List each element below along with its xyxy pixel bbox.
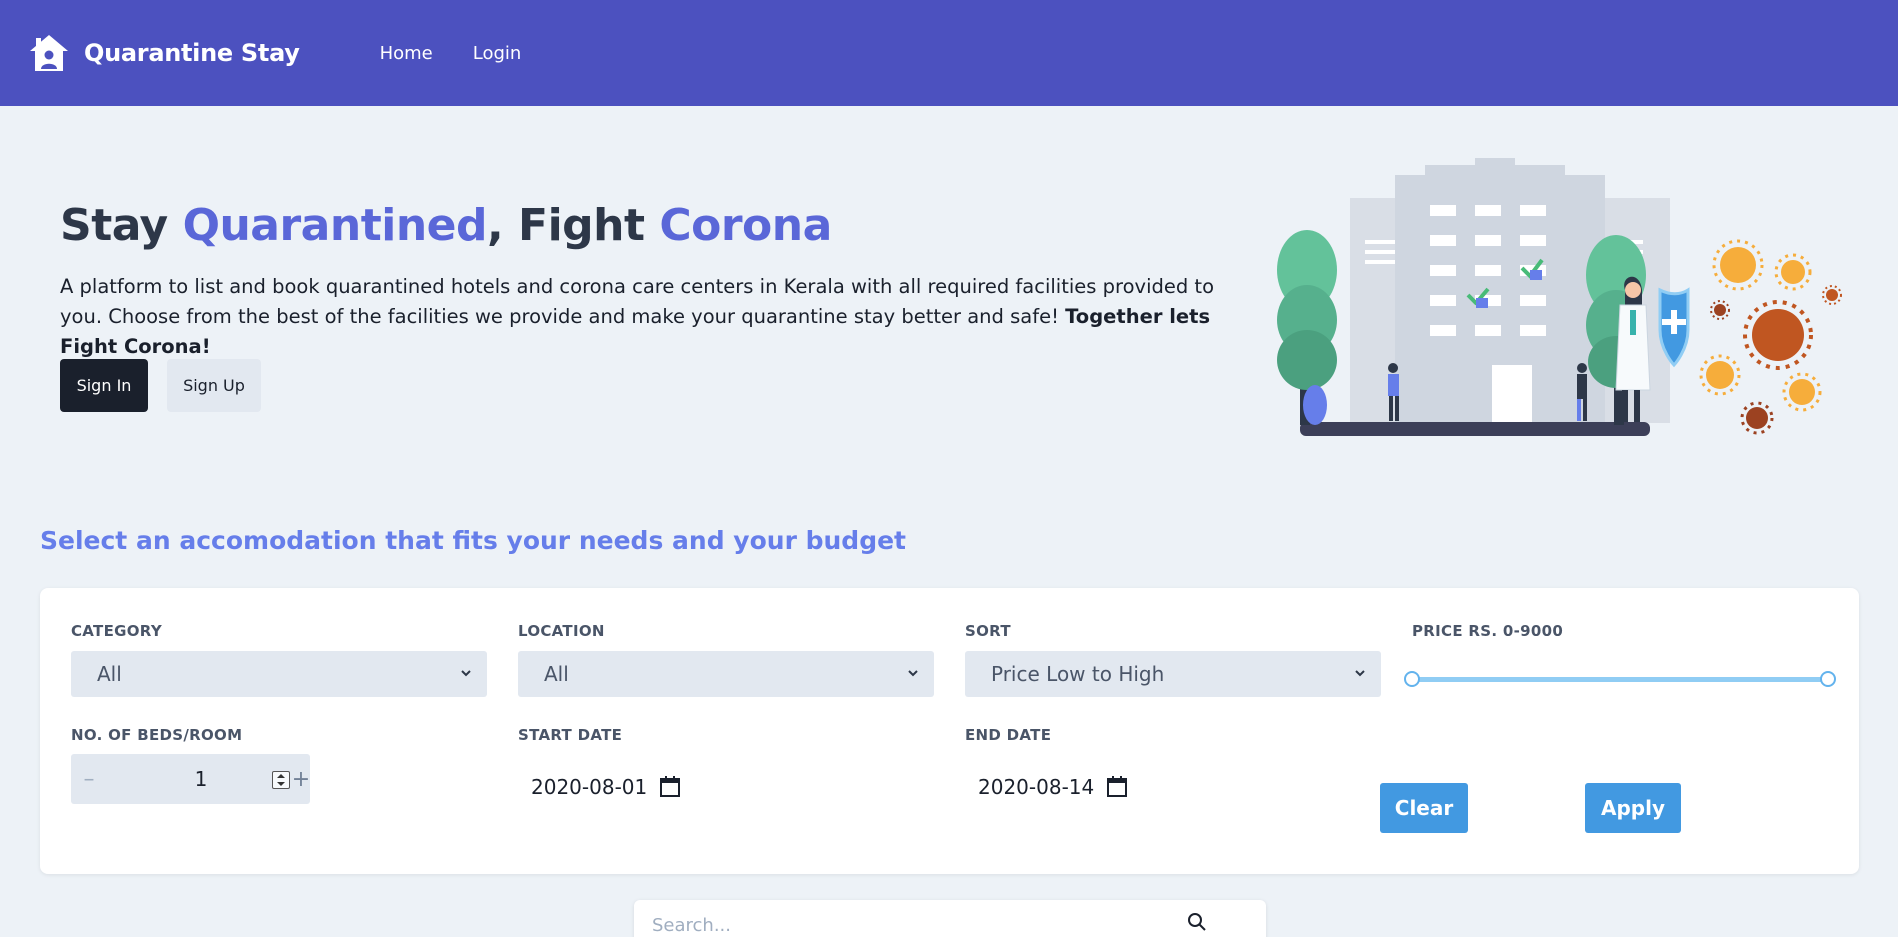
beds-stepper[interactable]: – 1 +: [71, 754, 310, 804]
beds-value[interactable]: 1: [171, 767, 231, 791]
start-date-label: START DATE: [518, 726, 623, 744]
hero-title-accent-1: Quarantined: [182, 200, 488, 251]
tree-left-illustration: [1277, 230, 1337, 425]
chevron-down-icon: [461, 670, 471, 677]
clear-button[interactable]: Clear: [1380, 783, 1468, 833]
search-input[interactable]: [652, 912, 1192, 937]
location-select[interactable]: All: [518, 651, 934, 697]
start-date-value: 2020-08-01: [531, 775, 648, 799]
hero-title-part-1: Stay: [60, 200, 183, 251]
search-bar: [634, 900, 1266, 937]
hero-description-text: A platform to list and book quarantined …: [60, 275, 1215, 328]
chevron-down-icon: [908, 670, 918, 677]
sort-select[interactable]: Price Low to High: [965, 651, 1381, 697]
navbar: Quarantine Stay Home Login: [0, 0, 1898, 106]
search-icon[interactable]: [1187, 912, 1207, 932]
calendar-icon[interactable]: [1106, 776, 1128, 798]
brand-link[interactable]: Quarantine Stay: [28, 32, 300, 74]
nav-link-home[interactable]: Home: [380, 43, 433, 64]
price-range-slider[interactable]: [1404, 671, 1836, 687]
sign-in-button[interactable]: Sign In: [60, 359, 148, 412]
apply-button[interactable]: Apply: [1585, 783, 1681, 833]
hero-title: Stay Quarantined, Fight Corona: [60, 200, 832, 251]
beds-label: NO. OF BEDS/ROOM: [71, 726, 243, 744]
end-date-value: 2020-08-14: [978, 775, 1095, 799]
category-label: CATEGORY: [71, 622, 162, 640]
calendar-icon[interactable]: [659, 776, 681, 798]
hero-title-part-2: , Fight: [486, 200, 660, 251]
section-title: Select an accomodation that fits your ne…: [40, 526, 906, 555]
location-value: All: [544, 662, 569, 686]
house-user-icon: [30, 35, 68, 71]
end-date-label: END DATE: [965, 726, 1052, 744]
hero-description: A platform to list and book quarantined …: [60, 272, 1230, 362]
location-label: LOCATION: [518, 622, 605, 640]
spin-arrows-icon[interactable]: [272, 771, 290, 789]
price-min-thumb[interactable]: [1404, 671, 1420, 687]
price-max-thumb[interactable]: [1820, 671, 1836, 687]
nav-link-login[interactable]: Login: [473, 43, 522, 64]
category-value: All: [97, 662, 122, 686]
end-date-input[interactable]: 2020-08-14: [978, 775, 1128, 799]
quarantine-hero-illustration: [1277, 158, 1842, 436]
start-date-input[interactable]: 2020-08-01: [531, 775, 681, 799]
sign-up-button[interactable]: Sign Up: [167, 359, 261, 412]
virus-icons: [1699, 239, 1842, 435]
decrement-button[interactable]: –: [71, 754, 107, 804]
category-select[interactable]: All: [71, 651, 487, 697]
hero-title-accent-2: Corona: [659, 200, 832, 251]
increment-button[interactable]: +: [292, 754, 310, 804]
sort-label: SORT: [965, 622, 1011, 640]
chevron-down-icon: [1355, 670, 1365, 677]
price-label: PRICE RS. 0-9000: [1412, 622, 1564, 640]
sort-value: Price Low to High: [991, 662, 1165, 686]
brand-name: Quarantine Stay: [84, 39, 300, 67]
